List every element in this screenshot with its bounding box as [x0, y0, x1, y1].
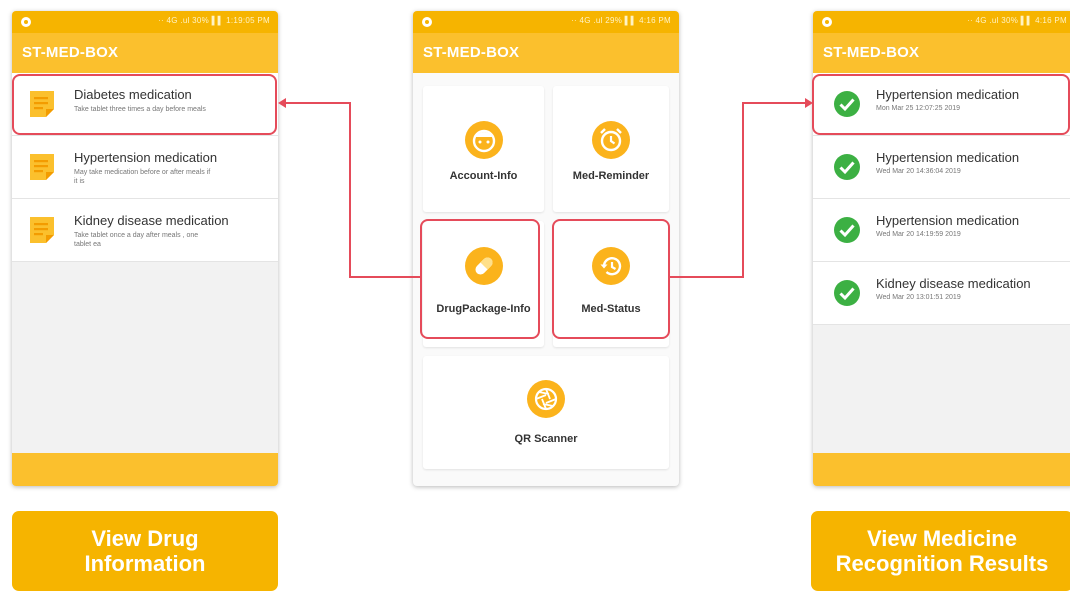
note-icon — [30, 217, 54, 243]
status-text: ·· 4G .ul 29% ▌▌ 4:16 PM — [571, 16, 671, 25]
note-icon — [30, 154, 54, 180]
list-item[interactable]: Hypertension medication Wed Mar 20 14:19… — [813, 199, 1070, 262]
timestamp: Wed Mar 20 14:19:59 2019 — [876, 231, 961, 238]
highlight-result-item — [812, 74, 1070, 135]
medication-name: Hypertension medication — [876, 213, 1020, 228]
caption-line: Information — [84, 551, 206, 576]
notification-icon — [822, 17, 832, 27]
list-item[interactable]: Kidney disease medication Take tablet on… — [12, 199, 278, 262]
view-drug-information-caption: View Drug Information — [12, 511, 278, 591]
drug-name: Hypertension medication — [74, 150, 218, 165]
status-text: ·· 4G .ul 30% ▌▌ 1:19:05 PM — [158, 16, 270, 25]
list-item[interactable]: Hypertension medication May take medicat… — [12, 136, 278, 199]
medication-name: Hypertension medication — [876, 150, 1020, 165]
alarm-clock-icon — [600, 128, 622, 152]
list-item[interactable]: Kidney disease medication Wed Mar 20 13:… — [813, 262, 1070, 325]
check-icon — [834, 217, 860, 243]
check-icon — [834, 280, 860, 306]
status-bar: ·· 4G .ul 30% ▌▌ 1:19:05 PM — [12, 11, 278, 33]
med-reminder-tile[interactable]: Med-Reminder — [553, 86, 669, 212]
aperture-icon — [534, 387, 558, 411]
timestamp: Wed Mar 20 13:01:51 2019 — [876, 294, 961, 301]
app-title: ST-MED-BOX — [12, 33, 278, 73]
medication-name: Kidney disease medication — [876, 276, 1031, 291]
status-text: ·· 4G .ul 30% ▌▌ 4:16 PM — [967, 16, 1067, 25]
tile-label: Account-Info — [449, 170, 518, 182]
caption-line: Recognition Results — [835, 551, 1049, 576]
tile-label: QR Scanner — [514, 433, 578, 445]
arrow-right-icon — [805, 98, 813, 108]
highlight-drug-item — [12, 74, 277, 135]
arrow-left-icon — [278, 98, 286, 108]
drug-name: Kidney disease medication — [74, 213, 229, 228]
caption-line: View Drug — [91, 526, 199, 551]
qr-scanner-tile[interactable]: QR Scanner — [423, 356, 669, 469]
timestamp: Wed Mar 20 14:36:04 2019 — [876, 168, 961, 175]
account-info-tile[interactable]: Account-Info — [423, 86, 544, 212]
status-bar: ·· 4G .ul 30% ▌▌ 4:16 PM — [813, 11, 1070, 33]
highlight-drugpackage-tile — [420, 219, 540, 339]
bottom-bar — [12, 453, 278, 486]
notification-icon — [21, 17, 31, 27]
highlight-med-status-tile — [552, 219, 670, 339]
app-title: ST-MED-BOX — [413, 33, 679, 73]
check-icon — [834, 154, 860, 180]
tile-label: Med-Reminder — [572, 170, 650, 182]
status-bar: ·· 4G .ul 29% ▌▌ 4:16 PM — [413, 11, 679, 33]
notification-icon — [422, 17, 432, 27]
list-item[interactable]: Hypertension medication Wed Mar 20 14:36… — [813, 136, 1070, 199]
drug-description: May take medication before or after meal… — [74, 169, 211, 185]
face-icon — [472, 129, 496, 153]
view-recognition-results-caption: View Medicine Recognition Results — [811, 511, 1070, 591]
caption-line: View Medicine — [867, 526, 1017, 551]
drug-description: Take tablet once a day after meals , one… — [74, 232, 199, 248]
app-title: ST-MED-BOX — [813, 33, 1070, 73]
bottom-bar — [813, 453, 1070, 486]
